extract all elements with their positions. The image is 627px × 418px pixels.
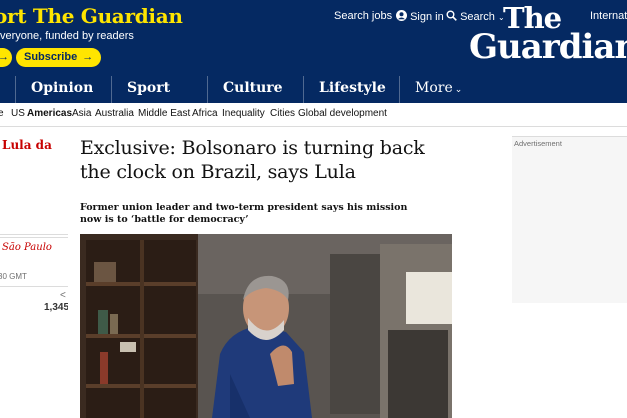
- subnav-item-middle-east[interactable]: Middle East: [138, 108, 190, 119]
- support-arrow-button[interactable]: →: [0, 48, 12, 67]
- primary-nav: Opinion Sport Culture Lifestyle More ⌄: [0, 76, 627, 103]
- lula-portrait-image: [80, 234, 452, 418]
- left-meta-column: Lula da São Paulo 30 GMT < 1,345: [0, 126, 68, 418]
- logo-line-2: Guardian: [469, 27, 627, 67]
- subscribe-button[interactable]: Subscribe →: [16, 48, 102, 67]
- article-headline: Exclusive: Bolsonaro is turning back the…: [80, 137, 425, 183]
- nav-item-sport[interactable]: Sport: [127, 80, 170, 96]
- profile-icon: [396, 10, 407, 21]
- nav-divider: [399, 76, 400, 103]
- nav-divider: [303, 76, 304, 103]
- search-jobs-link[interactable]: Search jobs: [334, 10, 392, 22]
- support-tagline: veryone, funded by readers: [0, 30, 134, 42]
- subnav-item-global-development[interactable]: Global development: [298, 108, 387, 119]
- support-banner-title: ort The Guardian: [0, 4, 183, 28]
- meta-divider: [0, 237, 68, 238]
- secondary-nav: e US Americas Asia Australia Middle East…: [0, 103, 627, 127]
- meta-divider: [0, 286, 68, 287]
- subnav-item-us[interactable]: US: [11, 108, 25, 119]
- nav-item-lifestyle[interactable]: Lifestyle: [319, 80, 386, 96]
- byline-location[interactable]: São Paulo: [2, 242, 52, 253]
- subnav-item-australia[interactable]: Australia: [95, 108, 134, 119]
- article-main-photo: [80, 234, 452, 418]
- subnav-item-cities[interactable]: Cities: [270, 108, 295, 119]
- share-count: 1,345: [44, 302, 68, 313]
- nav-divider: [207, 76, 208, 103]
- share-icon[interactable]: <: [60, 290, 66, 301]
- subnav-item-truncated[interactable]: e: [0, 108, 4, 119]
- article-standfirst: Former union leader and two-term preside…: [80, 202, 408, 225]
- nav-divider: [111, 76, 112, 103]
- advertisement-slot[interactable]: [512, 136, 627, 303]
- meta-divider: [0, 234, 68, 235]
- nav-divider: [15, 76, 16, 103]
- nav-item-opinion[interactable]: Opinion: [31, 80, 93, 96]
- nav-more-label: More: [415, 80, 453, 96]
- sign-in-label: Sign in: [410, 11, 444, 23]
- chevron-down-icon: ⌄: [454, 85, 463, 95]
- subscribe-label: Subscribe: [24, 51, 78, 63]
- publish-time: 30 GMT: [0, 272, 27, 281]
- subnav-item-inequality[interactable]: Inequality: [222, 108, 265, 119]
- masthead: ort The Guardian veryone, funded by read…: [0, 0, 627, 76]
- arrow-right-icon: →: [82, 51, 94, 63]
- nav-item-culture[interactable]: Culture: [223, 80, 283, 96]
- series-headline[interactable]: Lula da: [2, 138, 52, 152]
- subnav-item-americas[interactable]: Americas: [27, 108, 72, 119]
- subnav-item-asia[interactable]: Asia: [72, 108, 91, 119]
- sign-in-link[interactable]: Sign in: [396, 10, 444, 23]
- subnav-item-africa[interactable]: Africa: [192, 108, 218, 119]
- nav-item-more[interactable]: More ⌄: [415, 80, 462, 96]
- search-icon: [446, 10, 457, 21]
- guardian-logo[interactable]: The Guardian: [469, 4, 627, 67]
- advertisement-label: Advertisement: [514, 139, 562, 148]
- arrow-right-icon: →: [0, 51, 9, 63]
